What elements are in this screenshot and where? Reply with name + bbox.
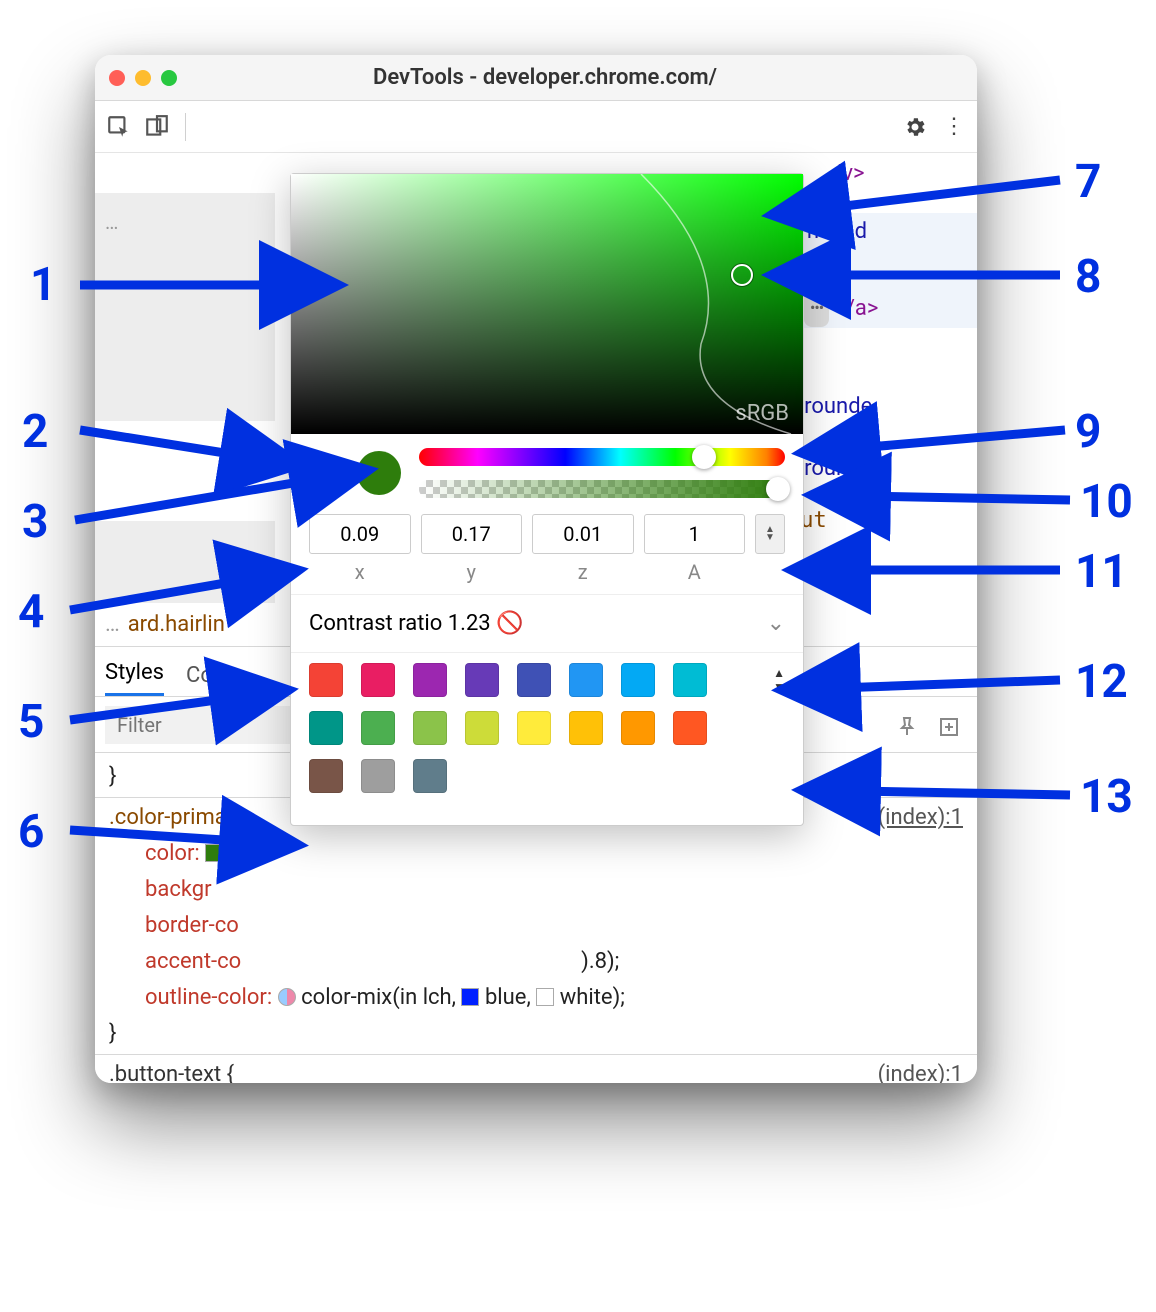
contrast-row[interactable]: Contrast ratio 1.23 🚫 ⌄ (291, 594, 803, 652)
color-swatch-icon[interactable] (536, 988, 554, 1006)
minimize-icon[interactable] (135, 70, 151, 86)
source-link[interactable]: (index):1 (878, 1057, 963, 1083)
palette-swatch[interactable] (673, 711, 707, 745)
palette-swatch[interactable] (309, 711, 343, 745)
color-value-inputs: x y z A ▲▼ (309, 514, 785, 584)
separator (185, 113, 186, 141)
hue-slider[interactable] (419, 448, 785, 466)
overflow-ellipsis[interactable]: … (105, 210, 118, 234)
value-x-input[interactable] (309, 514, 411, 554)
palette-swatch[interactable] (569, 663, 603, 697)
color-picker-popover: sRGB x y z A ▲▼ Contrast rat (290, 173, 804, 826)
kebab-icon[interactable]: ⋮ (937, 111, 969, 143)
gamut-label: sRGB (735, 401, 789, 426)
devtools-window: DevTools - developer.chrome.com/ ⋮ iv> r… (95, 55, 977, 1083)
gear-icon[interactable] (899, 111, 931, 143)
value-z-input[interactable] (532, 514, 634, 554)
palette-swatch[interactable] (413, 759, 447, 793)
palette-swatch[interactable] (309, 663, 343, 697)
css-selector[interactable]: .button-text { (109, 1062, 234, 1083)
new-style-icon[interactable] (937, 715, 961, 745)
breadcrumb[interactable]: ard.hairlin (128, 612, 225, 637)
palette-swatch[interactable] (361, 711, 395, 745)
eyedropper-icon[interactable] (309, 458, 339, 488)
palette-swatch[interactable] (517, 663, 551, 697)
palette-swatch[interactable] (621, 663, 655, 697)
current-color-swatch[interactable] (357, 451, 401, 495)
color-mix-swatch-icon[interactable] (278, 988, 296, 1006)
contrast-fail-icon: 🚫 (496, 611, 523, 636)
styles-toolbar-icons (895, 715, 961, 745)
value-y-input[interactable] (421, 514, 523, 554)
tab-computed[interactable]: Co (186, 663, 213, 696)
zoom-icon[interactable] (161, 70, 177, 86)
palette-swatch[interactable] (517, 711, 551, 745)
chevron-down-icon[interactable]: ⌄ (767, 611, 785, 636)
tab-styles[interactable]: Styles (105, 660, 164, 696)
palette-swatch[interactable] (309, 759, 343, 793)
palette-stepper[interactable]: ▲▼ (773, 668, 785, 692)
color-palette: ▲▼ (291, 652, 803, 825)
alpha-slider[interactable] (419, 480, 785, 498)
palette-swatch[interactable] (621, 711, 655, 745)
color-swatch-icon[interactable] (205, 844, 223, 862)
palette-swatch[interactable] (413, 663, 447, 697)
format-stepper[interactable]: ▲▼ (755, 514, 785, 554)
palette-swatch[interactable] (361, 759, 395, 793)
palette-swatch[interactable] (413, 711, 447, 745)
source-link[interactable]: (index):1 (878, 800, 963, 836)
device-toggle-icon[interactable] (141, 111, 173, 143)
traffic-lights (109, 70, 177, 86)
palette-swatch[interactable] (569, 711, 603, 745)
window-title: DevTools - developer.chrome.com/ (177, 65, 963, 90)
gamut-boundary (291, 174, 805, 434)
dom-code-snippet: iv> rimary d utton" > ••• </a> e rounde … (787, 155, 977, 540)
value-a-input[interactable] (644, 514, 746, 554)
shades-field[interactable]: sRGB (291, 174, 803, 434)
pin-icon[interactable] (895, 715, 919, 745)
selected-color-ring[interactable] (731, 264, 753, 286)
inspect-icon[interactable] (103, 111, 135, 143)
css-selector[interactable]: .color-prima (109, 805, 227, 830)
color-swatch-icon[interactable] (461, 988, 479, 1006)
palette-swatch[interactable] (465, 711, 499, 745)
close-icon[interactable] (109, 70, 125, 86)
devtools-toolbar: ⋮ (95, 101, 977, 153)
titlebar: DevTools - developer.chrome.com/ (95, 55, 977, 101)
palette-swatch[interactable] (361, 663, 395, 697)
palette-swatch[interactable] (673, 663, 707, 697)
palette-swatch[interactable] (465, 663, 499, 697)
